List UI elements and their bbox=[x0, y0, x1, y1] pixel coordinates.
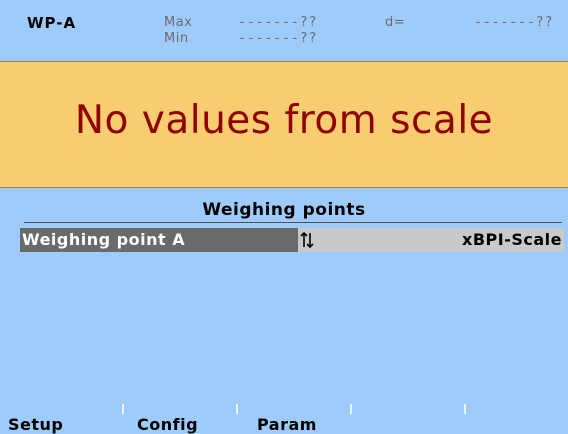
weighing-point-value-cell: xBPI-Scale bbox=[298, 228, 564, 252]
status-message: No values from scale bbox=[74, 98, 494, 143]
softkey-5[interactable] bbox=[464, 404, 568, 432]
param-softkey-label: Param bbox=[257, 415, 317, 434]
config-softkey-label: Config bbox=[137, 415, 199, 434]
weighing-point-name-cell: Weighing point A bbox=[20, 228, 298, 252]
softkey-separator bbox=[122, 404, 124, 414]
softkey-separator bbox=[236, 404, 238, 414]
section-divider bbox=[24, 222, 562, 223]
up-down-arrows-icon[interactable] bbox=[300, 231, 314, 249]
softkey-bar: Setup Config Param bbox=[0, 404, 568, 434]
message-panel: No values from scale bbox=[0, 61, 568, 188]
min-label: Min bbox=[164, 31, 189, 46]
min-value: -------?? bbox=[238, 31, 318, 46]
weighing-point-row[interactable]: Weighing point A xBPI-Scale bbox=[20, 228, 564, 252]
max-value: -------?? bbox=[238, 15, 318, 30]
weighing-point-indicator: WP-A bbox=[27, 14, 77, 32]
status-header: WP-A Max -------?? Min -------?? d= ----… bbox=[0, 0, 568, 61]
setup-softkey-label: Setup bbox=[8, 415, 64, 434]
setup-softkey[interactable]: Setup bbox=[0, 404, 122, 434]
softkey-4[interactable] bbox=[350, 404, 464, 432]
weighing-point-name: Weighing point A bbox=[22, 230, 186, 249]
weighing-point-value: xBPI-Scale bbox=[462, 230, 562, 249]
softkey-separator bbox=[464, 404, 466, 414]
softkey-separator bbox=[350, 404, 352, 414]
config-softkey[interactable]: Config bbox=[122, 404, 236, 434]
max-label: Max bbox=[164, 15, 193, 30]
section-title: Weighing points bbox=[202, 200, 366, 220]
d-value: -------?? bbox=[474, 15, 554, 30]
param-softkey[interactable]: Param bbox=[236, 404, 350, 434]
d-label: d= bbox=[385, 15, 406, 30]
